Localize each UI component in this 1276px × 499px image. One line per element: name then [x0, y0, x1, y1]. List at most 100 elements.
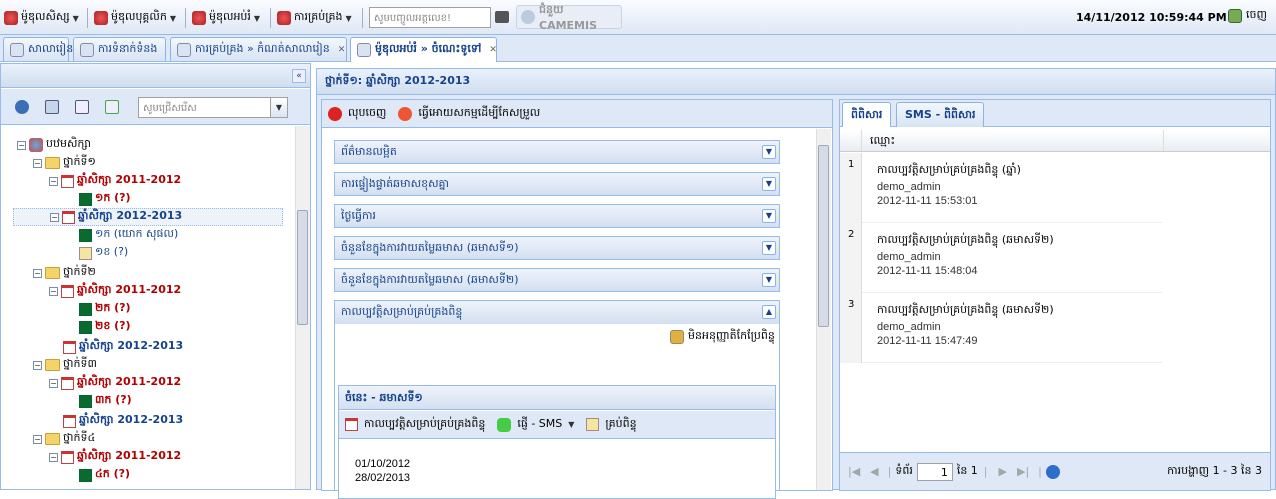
tab-sms-history[interactable]: SMS - ពិពិសារ — [896, 102, 985, 127]
help-button[interactable]: ជំនួយ CAMEMIS — [516, 3, 622, 32]
tree-node-year[interactable]: − ឆ្នាំសិក្សា 2011-2012 — [49, 448, 181, 466]
tree-node-class[interactable]: ៤ក (?) — [79, 466, 130, 484]
add-item-icon[interactable] — [105, 100, 119, 114]
close-icon[interactable]: ✕ — [489, 45, 497, 55]
tree-scrollbar-thumb[interactable] — [297, 210, 308, 325]
close-icon[interactable]: ✕ — [338, 45, 346, 55]
tree-label: ឆ្នាំសិក្សា 2011-2012 — [77, 449, 182, 462]
chevron-down-icon[interactable]: ▼ — [270, 97, 288, 118]
chevron-down-icon[interactable]: ▼ — [762, 145, 776, 159]
tree-node-class[interactable]: ២ក (?) — [79, 300, 131, 318]
section-score-schedule[interactable]: កាលប្បវត្តិសម្រាប់គ្រប់គ្រងពិន្ទុ ▲ — [334, 300, 780, 324]
tab-school[interactable]: សាលារៀន — [3, 37, 73, 61]
tree-node-year[interactable]: ឆ្នាំសិក្សា 2012-2013 — [63, 338, 183, 356]
selection-combo[interactable]: សូមជ្រើសរើស — [138, 97, 288, 118]
table-row[interactable]: 2 កាលប្បវត្តិសម្រាប់គ្រប់គ្រងពិន្ទុ (ឆមា… — [840, 223, 1162, 293]
collapse-toggle-icon[interactable]: − — [49, 378, 58, 388]
tab-general-education[interactable]: ម៉ូឌុលអប់រំ » ចំណេះទូទៅ ✕ — [350, 37, 497, 62]
menu-management[interactable]: ការគ្រប់គ្រង ▼ — [277, 9, 352, 27]
chevron-down-icon[interactable]: ▼ — [568, 420, 574, 429]
tree-node-class[interactable]: ១ក (?) — [79, 190, 131, 208]
list-icon[interactable] — [75, 100, 89, 114]
collapse-toggle-icon[interactable]: − — [33, 158, 42, 168]
tree-node-year[interactable]: ឆ្នាំសិក្សា 2012-2013 — [63, 412, 183, 430]
logout-icon — [1228, 9, 1242, 23]
expand-all-icon[interactable] — [45, 100, 59, 114]
menu-education-module[interactable]: ម៉ូឌុលអប់រំ ▼ — [192, 9, 260, 27]
chevron-down-icon[interactable]: ▼ — [762, 209, 776, 223]
tab-school-settings[interactable]: ការគ្រប់គ្រង » កំណត់សាលារៀន ✕ — [170, 37, 347, 61]
collapse-toggle-icon[interactable]: − — [49, 286, 58, 296]
collapse-toggle-icon[interactable]: − — [50, 212, 59, 222]
send-sms-button[interactable]: ផ្ញើ - SMS — [517, 417, 562, 433]
binoculars-icon[interactable] — [495, 11, 509, 23]
semester-box: ចំនេះ - ឆមាសទី១ កាលប្បវត្តិសម្រាប់គ្រប់គ… — [338, 385, 776, 499]
section-semester-verify[interactable]: ការផ្ទៀងផ្ទាត់ឆមាសខុសគ្នា ▼ — [334, 172, 780, 196]
next-page-icon[interactable]: ▶ — [999, 465, 1007, 478]
tree-node-year[interactable]: − ឆ្នាំសិក្សា 2011-2012 — [49, 374, 181, 392]
table-row[interactable]: 3 កាលប្បវត្តិសម្រាប់គ្រប់គ្រងពិន្ទុ (ឆមា… — [840, 293, 1162, 363]
chevron-down-icon: ▼ — [72, 13, 79, 23]
tree-node-class[interactable]: ១ក (យោក សុផល) — [79, 226, 178, 244]
pager-separator: | — [1038, 465, 1042, 478]
section-details[interactable]: ព័ត៌មានលម្អិត ▼ — [334, 140, 780, 164]
chevron-up-icon[interactable]: ▲ — [762, 305, 776, 319]
collapse-toggle-icon[interactable]: − — [49, 176, 58, 186]
display-count: ការបង្ហាញ 1 - 3 នៃ 3 — [1167, 463, 1262, 477]
refresh-icon[interactable] — [15, 100, 29, 114]
lock-scores-toggle[interactable]: មិនអនុញ្ញាតិកែប្រែពិន្ទុ — [670, 329, 775, 345]
tree-node-class[interactable]: ២ខ (?) — [79, 318, 131, 336]
tree-node-year[interactable]: − ឆ្នាំសិក្សា 2011-2012 — [49, 172, 181, 190]
last-page-icon[interactable]: ▶| — [1017, 465, 1029, 478]
chevron-down-icon[interactable]: ▼ — [762, 273, 776, 287]
tree-node-class[interactable]: ៣ក (?) — [79, 392, 132, 410]
tree-node-year-selected[interactable]: − ឆ្នាំសិក្សា 2012-2013 — [13, 208, 283, 226]
tree-node-year[interactable]: − ឆ្នាំសិក្សា 2011-2012 — [49, 282, 181, 300]
collapse-toggle-icon[interactable]: − — [33, 360, 42, 370]
current-datetime: 14/11/2012 10:59:44 PM — [1076, 11, 1227, 24]
collapse-toggle-icon[interactable]: − — [33, 434, 42, 444]
score-schedule-button[interactable]: កាលប្បវត្តិសម្រាប់គ្រប់គ្រងពិន្ទុ — [364, 417, 485, 433]
collapse-panel-icon[interactable]: « — [292, 69, 306, 83]
column-name[interactable]: ឈ្មោះ — [864, 130, 1164, 151]
chevron-down-icon: ▼ — [345, 13, 352, 23]
tree-node-class[interactable]: ១ខ (?) — [79, 244, 128, 262]
tree-node-grade[interactable]: − ថ្នាក់ទី២ — [33, 264, 96, 282]
row-title: កាលប្បវត្តិសម្រាប់គ្រប់គ្រងពិន្ទុ (ឆមាសទ… — [877, 303, 1054, 316]
school-icon — [29, 138, 43, 152]
manage-scores-button[interactable]: គ្រប់ពិន្ទុ — [605, 417, 636, 433]
section-months-sem2[interactable]: ចំនួនខែក្នុងការវាយតម្លៃឆមាស (ឆមាសទី២) ▼ — [334, 268, 780, 292]
activate-edit-button[interactable]: ធ្វើអោយសកម្មដើម្បីកែសម្រួល — [418, 106, 540, 122]
tree-node-grade[interactable]: − ថ្នាក់ទី៤ — [33, 430, 95, 448]
refresh-icon[interactable] — [1045, 464, 1060, 479]
prev-page-icon[interactable]: ◀ — [870, 465, 878, 478]
window-icon — [80, 42, 94, 57]
collapse-toggle-icon[interactable]: − — [49, 452, 58, 462]
history-tabs: ពិពិសារ SMS - ពិពិសារ — [840, 100, 1270, 127]
tab-communication[interactable]: ការទំនាក់ទំនង — [73, 37, 166, 61]
menu-student-module[interactable]: ម៉ូឌុលសិស្ស ▼ — [4, 9, 79, 27]
collapse-toggle-icon[interactable]: − — [17, 140, 26, 150]
logout-button[interactable]: ចេញ — [1228, 8, 1267, 24]
first-page-icon[interactable]: |◀ — [848, 465, 860, 478]
tree-node-primary[interactable]: − បឋមសិក្សា — [17, 136, 91, 154]
tab-history[interactable]: ពិពិសារ — [842, 102, 892, 127]
student-id-search-input[interactable]: សូមបញ្ចូលអត្តលេខ! — [369, 7, 491, 28]
section-months-sem1[interactable]: ចំនួនខែក្នុងការវាយតម្លៃឆមាស (ឆមាសទី១) ▼ — [334, 236, 780, 260]
tree-label: ២ខ (?) — [95, 319, 131, 332]
chevron-down-icon[interactable]: ▼ — [762, 177, 776, 191]
table-row[interactable]: 1 កាលប្បវត្តិសម្រាប់គ្រប់គ្រងពិន្ទុ (ឆ្ន… — [840, 153, 1162, 223]
menu-staff-module[interactable]: ម៉ូឌុលបុគ្គលិក ▼ — [94, 9, 176, 27]
page-number-input[interactable]: 1 — [916, 462, 953, 481]
chevron-down-icon[interactable]: ▼ — [762, 241, 776, 255]
history-pager: |◀ ◀ | ទំព័រ 1 នៃ 1 | ▶ ▶| | ការបង្ហាញ 1… — [840, 452, 1270, 490]
tree-node-grade[interactable]: − ថ្នាក់ទី១ — [33, 154, 96, 172]
remove-button[interactable]: លុបចេញ — [348, 106, 386, 122]
folder-icon — [45, 157, 60, 169]
row-number: 3 — [840, 293, 862, 363]
collapse-toggle-icon[interactable]: − — [33, 268, 42, 278]
section-workdays[interactable]: ថ្ងៃធ្វើការ ▼ — [334, 204, 780, 228]
settings-scrollbar-thumb[interactable] — [818, 145, 829, 327]
window-icon — [10, 42, 24, 57]
tree-node-grade[interactable]: − ថ្នាក់ទី៣ — [33, 356, 97, 374]
